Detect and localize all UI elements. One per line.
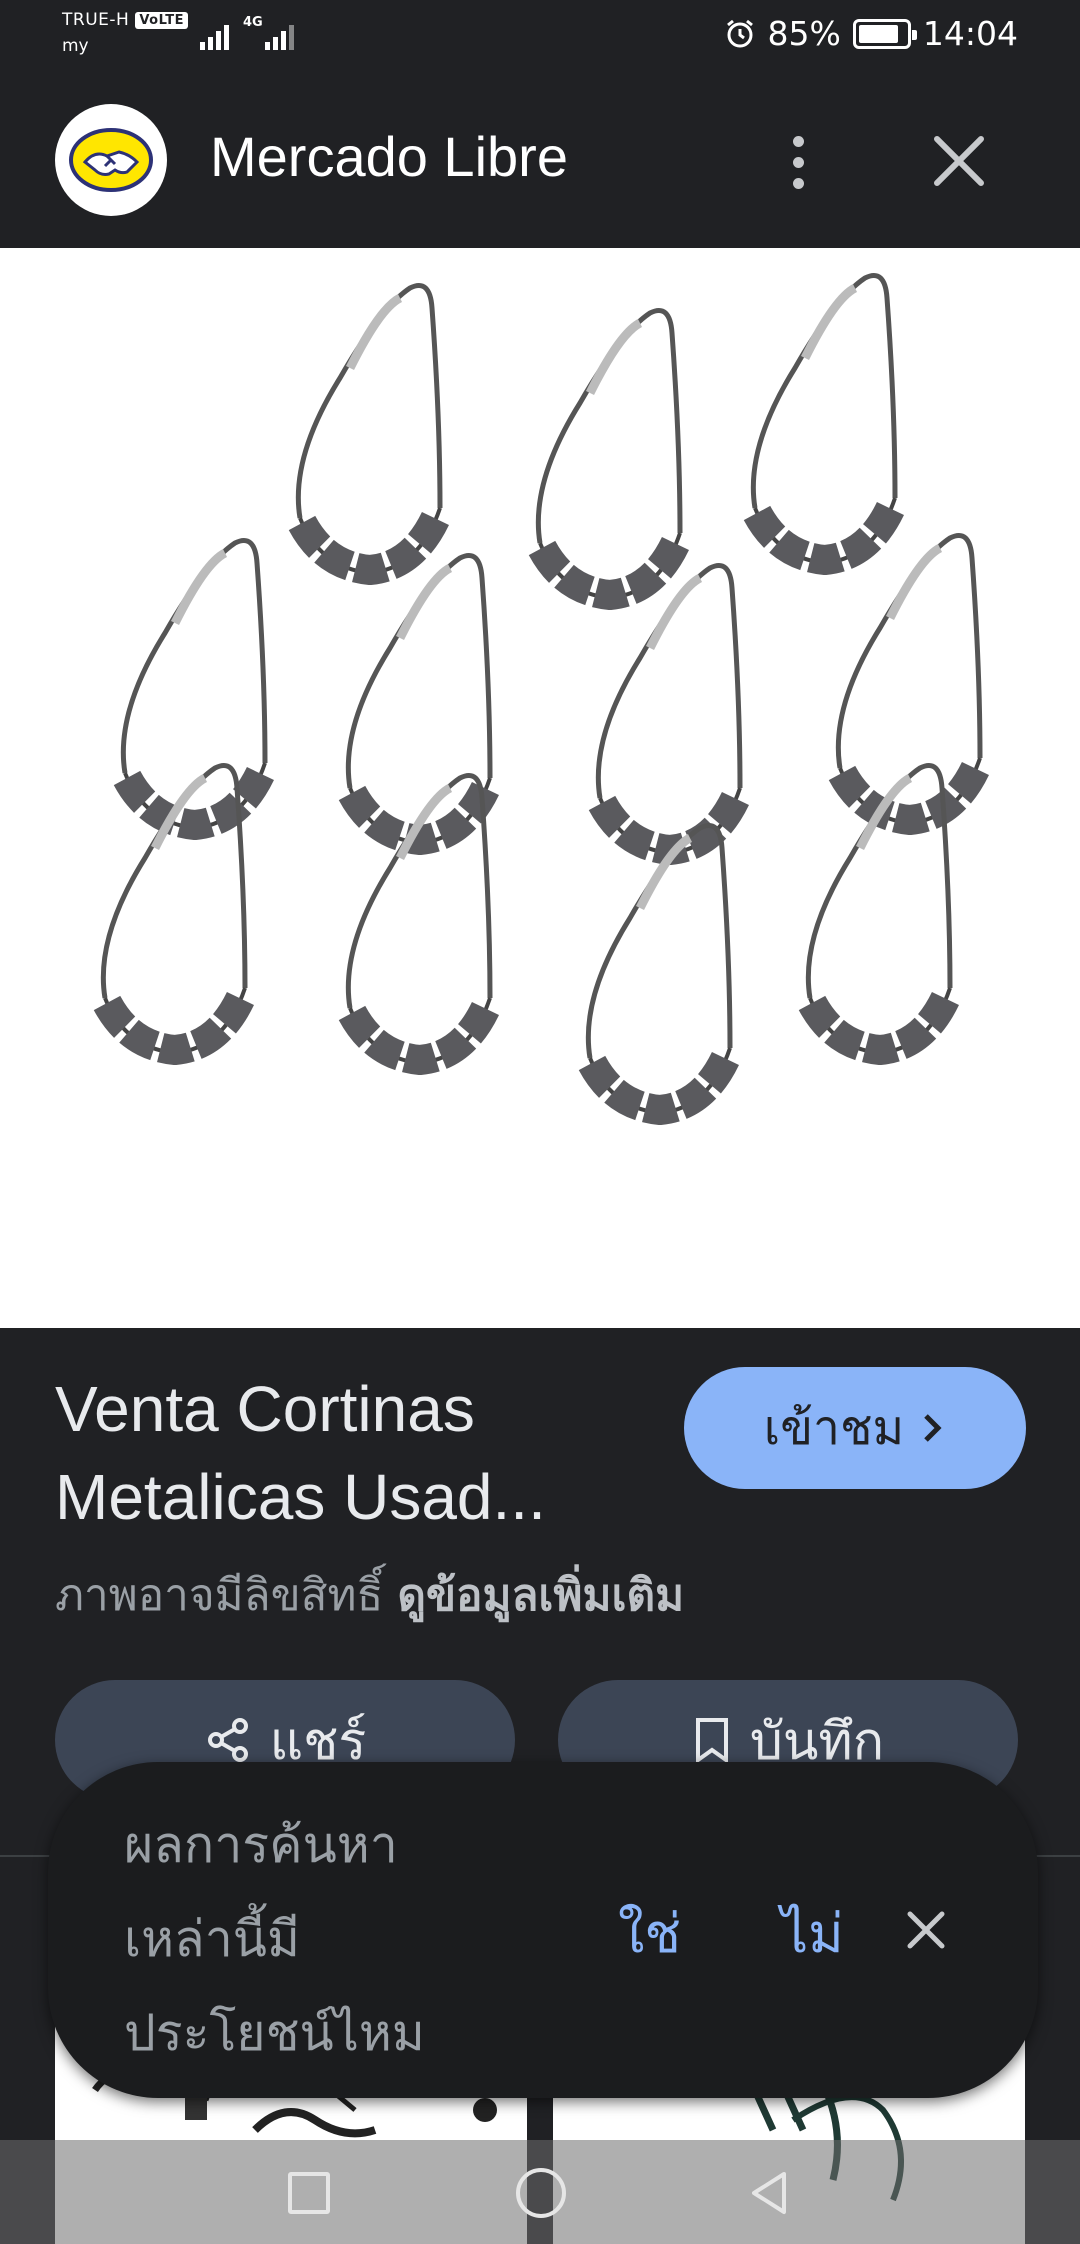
app-title: Mercado Libre xyxy=(210,125,568,188)
clock: 14:04 xyxy=(922,14,1018,53)
system-navigation-bar xyxy=(0,2140,1080,2244)
app-bar: Mercado Libre xyxy=(0,72,1080,248)
network-type: 4G xyxy=(243,15,263,30)
battery-percent: 85% xyxy=(767,14,841,53)
visit-button[interactable]: เข้าชม xyxy=(684,1367,1026,1489)
result-title[interactable]: Venta Cortinas Metalicas Usad... xyxy=(55,1365,655,1541)
feedback-yes-button[interactable]: ใช่ xyxy=(618,1890,681,1976)
visit-label: เข้าชม xyxy=(763,1400,905,1456)
handshake-logo-icon xyxy=(55,104,167,216)
feedback-no-button[interactable]: ไม่ xyxy=(781,1890,844,1976)
back-icon[interactable] xyxy=(744,2168,794,2218)
carrier-name: TRUE-H xyxy=(62,10,130,30)
carrier-secondary: my xyxy=(62,36,89,56)
status-bar: TRUE-H VoLTE my 4G 85% 14:04 xyxy=(0,0,1080,72)
home-icon[interactable] xyxy=(516,2168,566,2218)
copyright-text: ภาพอาจมีลิขสิทธิ์ xyxy=(55,1570,384,1621)
bookmark-icon xyxy=(695,1718,728,1764)
close-icon[interactable] xyxy=(925,127,993,195)
battery-icon xyxy=(852,18,917,49)
curtain-hooks-image xyxy=(0,248,1080,1328)
recents-icon[interactable] xyxy=(288,2172,330,2214)
learn-more-link[interactable]: ดูข้อมูลเพิ่มเติม xyxy=(397,1570,684,1621)
signal-2-icon xyxy=(265,22,294,50)
volte-badge: VoLTE xyxy=(135,11,188,29)
more-options-icon[interactable] xyxy=(770,124,826,200)
alarm-icon xyxy=(726,19,753,47)
copyright-notice: ภาพอาจมีลิขสิทธิ์ ดูข้อมูลเพิ่มเติม xyxy=(55,1560,684,1630)
share-icon xyxy=(207,1718,248,1762)
battery-fill xyxy=(858,24,898,43)
feedback-question: ผลการค้นหาเหล่านี้มีประโยชน์ไหม xyxy=(124,1816,425,2062)
signal-icon xyxy=(200,22,229,50)
close-icon[interactable] xyxy=(898,1902,954,1958)
image-viewer-screen: TRUE-H VoLTE my 4G 85% 14:04 Mercado Lib… xyxy=(0,0,1080,2244)
feedback-snackbar: ผลการค้นหาเหล่านี้มีประโยชน์ไหม ใช่ ไม่ xyxy=(48,1762,1038,2098)
product-image[interactable] xyxy=(0,248,1080,1328)
carrier-info: TRUE-H VoLTE my xyxy=(62,10,188,56)
chevron-right-icon xyxy=(924,1414,942,1442)
